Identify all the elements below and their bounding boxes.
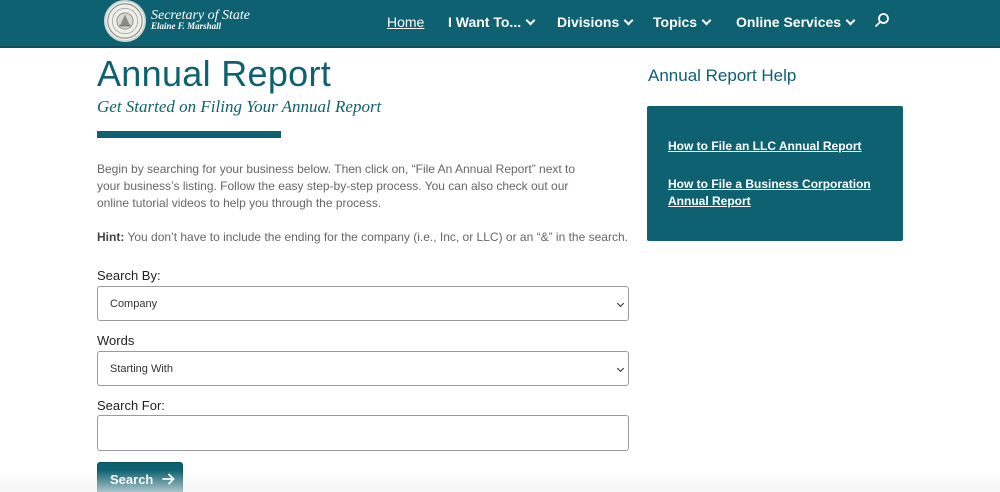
nav-i-want-to[interactable]: I Want To... — [448, 14, 536, 30]
nav-topics-label: Topics — [653, 14, 698, 30]
nav-divisions-label: Divisions — [557, 14, 620, 30]
chevron-down-icon — [623, 15, 634, 25]
chevron-down-icon — [616, 364, 625, 373]
nav-home[interactable]: Home — [387, 14, 424, 30]
words-label: Words — [97, 333, 135, 348]
words-select[interactable]: Starting With — [97, 351, 629, 386]
chevron-down-icon — [616, 299, 625, 308]
site-header: Secretary of State Elaine F. Marshall Ho… — [0, 0, 1000, 48]
nav-online-services-label: Online Services — [736, 14, 842, 30]
chevron-down-icon — [701, 15, 712, 25]
hint-body: You don’t have to include the ending for… — [124, 230, 628, 244]
intro-text: Begin by searching for your business bel… — [97, 162, 576, 210]
hint-text: Hint: You don’t have to include the endi… — [97, 229, 637, 245]
help-panel: How to File an LLC Annual Report How to … — [647, 106, 903, 241]
help-link-business-corporation[interactable]: How to File a Business Corporation Annua… — [668, 176, 888, 210]
search-by-value: Company — [110, 297, 158, 310]
search-for-label: Search For: — [97, 398, 165, 413]
words-value: Starting With — [110, 362, 173, 375]
help-title: Annual Report Help — [648, 66, 797, 85]
nav-divisions[interactable]: Divisions — [557, 14, 634, 30]
arrow-right-icon — [162, 473, 175, 485]
hint-label: Hint: — [97, 230, 125, 244]
nav-topics[interactable]: Topics — [653, 14, 712, 30]
search-button[interactable]: Search — [97, 462, 183, 492]
site-logo[interactable]: Secretary of State Elaine F. Marshall — [151, 8, 250, 31]
page-subtitle: Get Started on Filing Your Annual Report — [97, 97, 382, 116]
search-by-select[interactable]: Company — [97, 286, 629, 321]
chevron-down-icon — [525, 15, 536, 25]
help-link-llc[interactable]: How to File an LLC Annual Report — [668, 138, 888, 155]
nav-home-label: Home — [387, 14, 425, 30]
chevron-down-icon — [845, 15, 856, 25]
search-icon[interactable] — [874, 12, 890, 28]
page-title: Annual Report — [97, 53, 332, 94]
nav-online-services[interactable]: Online Services — [736, 14, 856, 30]
title-divider — [97, 131, 281, 138]
search-by-label: Search By: — [97, 268, 161, 283]
state-seal-icon[interactable] — [104, 0, 146, 42]
search-for-input[interactable] — [97, 415, 629, 451]
logo-subtitle: Elaine F. Marshall — [151, 21, 222, 31]
nav-i-want-to-label: I Want To... — [448, 14, 522, 30]
search-button-label: Search — [110, 471, 154, 487]
